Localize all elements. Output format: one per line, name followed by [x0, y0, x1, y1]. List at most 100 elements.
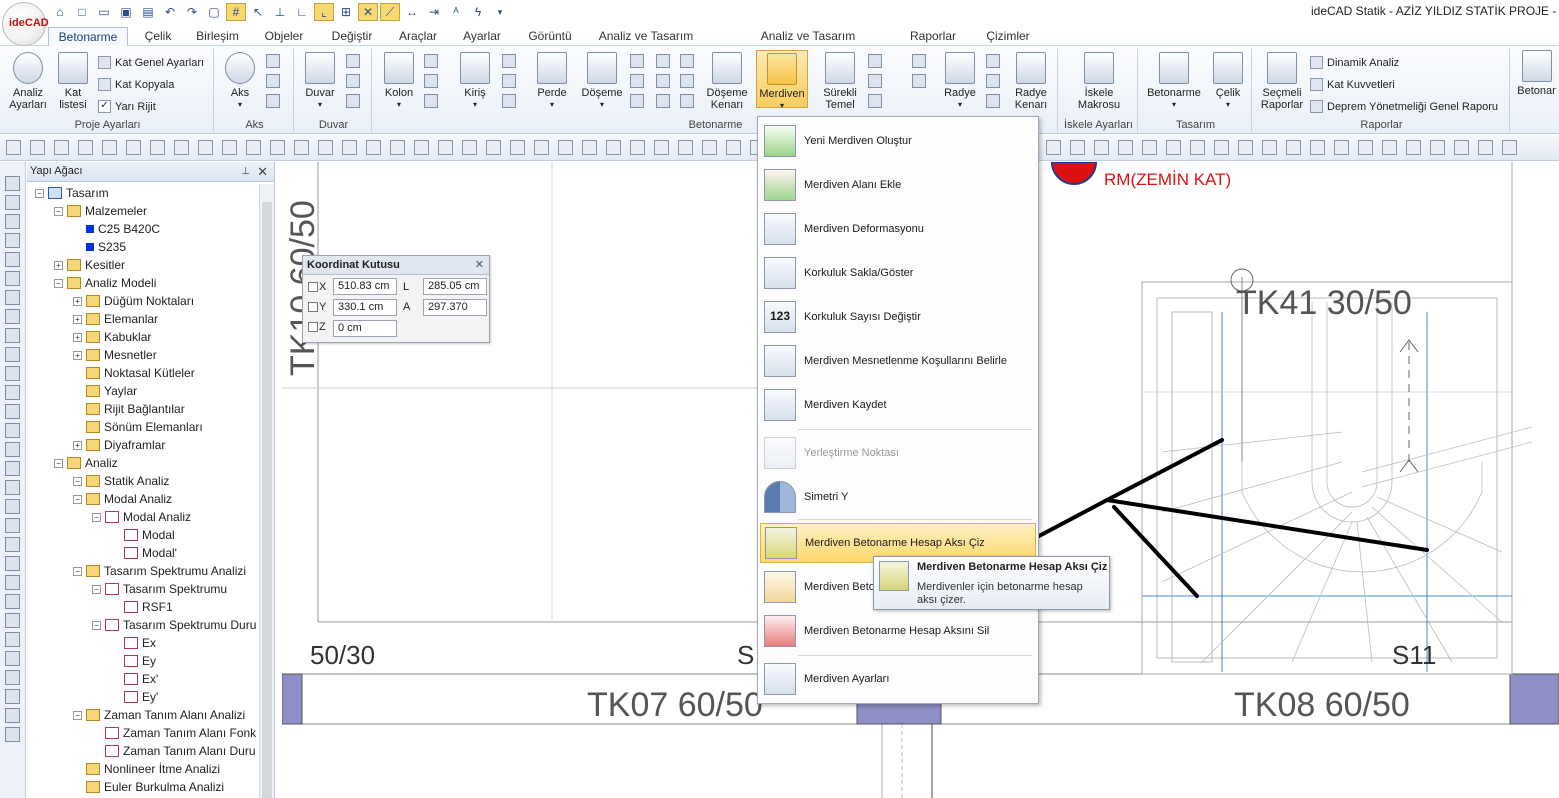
image-icon[interactable]: [702, 140, 717, 155]
side-tool-icon[interactable]: [5, 176, 20, 191]
side-tool-icon[interactable]: [5, 442, 20, 457]
view-tool-icon[interactable]: [1382, 140, 1397, 155]
close-icon[interactable]: ✕: [257, 162, 268, 181]
tree-item[interactable]: + Mesnetler: [73, 346, 157, 364]
tree-item[interactable]: + Kabuklar: [73, 328, 151, 346]
expand-toggle-icon[interactable]: −: [92, 620, 101, 630]
lightning-icon[interactable]: ϟ: [468, 3, 488, 21]
l-field[interactable]: 285.05 cm: [423, 278, 487, 295]
menu-item-hesap-aksini-sil[interactable]: Merdiven Betonarme Hesap Aksını Sil: [760, 611, 1036, 651]
tree-item[interactable]: − Malzemeler: [54, 202, 147, 220]
scroll-thumb[interactable]: [262, 202, 272, 798]
raft-grid-icon[interactable]: [986, 54, 1000, 68]
tree-item[interactable]: − Analiz: [54, 454, 118, 472]
expand-toggle-icon[interactable]: −: [54, 458, 63, 468]
view-tool-icon[interactable]: [1214, 140, 1229, 155]
beam-curve-icon[interactable]: [502, 74, 516, 88]
dinamik-analiz-button[interactable]: Dinamik Analiz: [1310, 56, 1399, 69]
side-tool-icon[interactable]: [5, 385, 20, 400]
fillet-icon[interactable]: [366, 140, 381, 155]
surekli-temel-button[interactable]: Sürekli Temel: [818, 50, 862, 111]
foundation-arrow-icon[interactable]: [912, 74, 926, 88]
tree-item[interactable]: Sönüm Elemanları: [73, 418, 203, 436]
zoom-icon[interactable]: [6, 140, 21, 155]
side-tool-icon[interactable]: [5, 499, 20, 514]
tree-item[interactable]: Nonlineer İtme Analizi: [73, 760, 220, 778]
open-folder-icon[interactable]: ▭: [94, 3, 114, 21]
ortho-icon[interactable]: ⊥: [270, 3, 290, 21]
kat-genel-ayarlari-button[interactable]: Kat Genel Ayarları: [98, 56, 204, 69]
view-tool-icon[interactable]: [1046, 140, 1061, 155]
view-tool-icon[interactable]: [1454, 140, 1469, 155]
kiris-button[interactable]: Kiriş ▾: [454, 50, 496, 111]
tab-betonarme[interactable]: Betonarme: [48, 27, 128, 46]
expand-toggle-icon[interactable]: +: [54, 260, 63, 270]
side-tool-icon[interactable]: [5, 689, 20, 704]
expand-toggle-icon[interactable]: −: [92, 584, 101, 594]
view-tool-icon[interactable]: [1166, 140, 1181, 155]
tab-birlesim[interactable]: Birleşim: [190, 27, 245, 46]
grid-icon[interactable]: ⊞: [336, 3, 356, 21]
view-tool-icon[interactable]: [1478, 140, 1493, 155]
hatch-icon[interactable]: [630, 140, 645, 155]
menu-item-merdiven-deformasyonu[interactable]: Merdiven Deformasyonu: [760, 209, 1036, 249]
tie-beam-icon[interactable]: [868, 74, 882, 88]
y-lock-checkbox[interactable]: [308, 302, 318, 312]
view-tool-icon[interactable]: [1310, 140, 1325, 155]
tab-ayarlar[interactable]: Ayarlar: [456, 27, 508, 46]
side-tool-icon[interactable]: [5, 575, 20, 590]
deprem-raporu-button[interactable]: Deprem Yönetmeliği Genel Raporu: [1310, 100, 1498, 113]
text-icon[interactable]: [606, 140, 621, 155]
menu-item-yeni-merdiven[interactable]: Yeni Merdiven Oluştur: [760, 121, 1036, 161]
tree-item[interactable]: Ex: [111, 634, 156, 652]
expand-toggle-icon[interactable]: −: [73, 494, 82, 504]
tab-analiz-tasarim[interactable]: Analiz ve Tasarım: [596, 27, 696, 46]
break-icon[interactable]: [414, 140, 429, 155]
side-tool-icon[interactable]: [5, 347, 20, 362]
wall-join-icon[interactable]: [346, 94, 360, 108]
line-icon[interactable]: [78, 140, 93, 155]
side-tool-icon[interactable]: [5, 233, 20, 248]
betonarme-tasarim-button[interactable]: Betonarme ▾: [1144, 50, 1204, 111]
view-tool-icon[interactable]: [1190, 140, 1205, 155]
pencil-icon[interactable]: [54, 140, 69, 155]
view-tool-icon[interactable]: [1286, 140, 1301, 155]
window-icon[interactable]: ▢: [204, 3, 224, 21]
poly-column-icon[interactable]: [424, 74, 438, 88]
celik-tasarim-button[interactable]: Çelik ▾: [1208, 50, 1248, 111]
radye-button[interactable]: Radye ▾: [938, 50, 982, 111]
slab-edit-icon[interactable]: [680, 94, 694, 108]
tree-item[interactable]: + Elemanlar: [73, 310, 158, 328]
tree-item[interactable]: Euler Burkulma Analizi: [73, 778, 224, 796]
slab-void-icon[interactable]: [656, 94, 670, 108]
y-field[interactable]: 330.1 cm: [333, 299, 397, 316]
betonarme-cizim-button[interactable]: Betonar: [1514, 48, 1559, 97]
side-tool-icon[interactable]: [5, 290, 20, 305]
close-icon[interactable]: ✕: [475, 256, 484, 274]
corner-snap-icon[interactable]: ⌞: [314, 3, 334, 21]
side-tool-icon[interactable]: [5, 556, 20, 571]
select-icon[interactable]: [102, 140, 117, 155]
grid-snap-icon[interactable]: #: [226, 3, 246, 21]
side-tool-icon[interactable]: [5, 594, 20, 609]
side-tool-icon[interactable]: [5, 461, 20, 476]
menu-item-simetri-y[interactable]: Simetri Y: [760, 477, 1036, 517]
yari-rijit-checkbox[interactable]: ✓ Yarı Rijit: [98, 100, 156, 113]
tab-objeler[interactable]: Objeler: [258, 27, 310, 46]
expand-toggle-icon[interactable]: −: [73, 476, 82, 486]
duvar-button[interactable]: Duvar ▾: [302, 50, 338, 111]
menu-item-korkuluk-sayisi[interactable]: 123 Korkuluk Sayısı Değiştir: [760, 297, 1036, 337]
kat-kopyala-button[interactable]: Kat Kopyala: [98, 78, 174, 91]
raft-hatch-icon[interactable]: [986, 74, 1000, 88]
tab-cizimler[interactable]: Çizimler: [980, 27, 1036, 46]
dropdown-icon[interactable]: ▾: [490, 3, 510, 21]
side-tool-icon[interactable]: [5, 252, 20, 267]
pile-icon[interactable]: [868, 94, 882, 108]
menu-item-merdiven-alani-ekle[interactable]: Merdiven Alanı Ekle: [760, 165, 1036, 205]
slab-hatch-icon[interactable]: [656, 54, 670, 68]
menu-item-merdiven-ayarlari[interactable]: Merdiven Ayarları: [760, 659, 1036, 699]
view-tool-icon[interactable]: [1238, 140, 1253, 155]
side-tool-icon[interactable]: [5, 518, 20, 533]
tree-item[interactable]: Ey': [111, 688, 158, 706]
text-size-icon[interactable]: ᴬ: [446, 3, 466, 21]
